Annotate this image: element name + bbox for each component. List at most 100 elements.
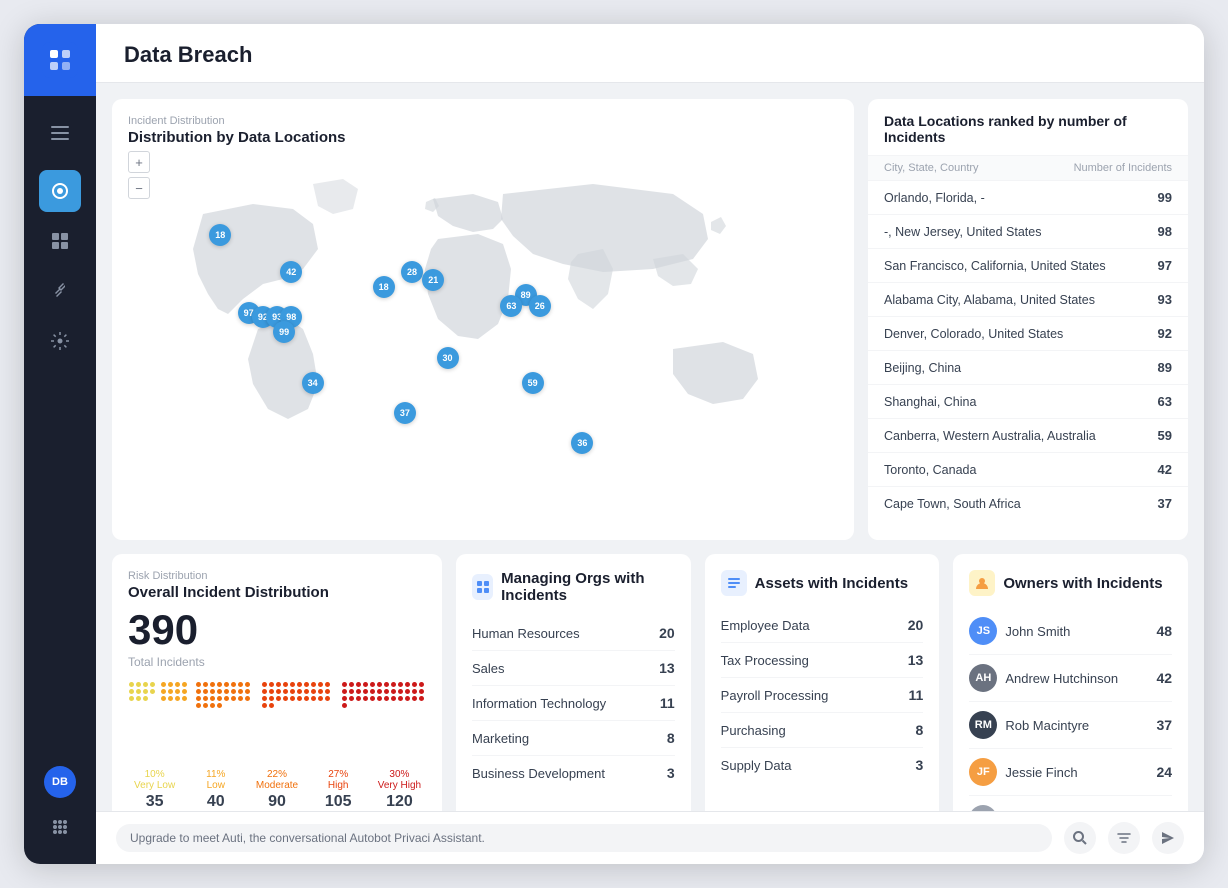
- risk-dot: [182, 682, 187, 687]
- risk-dot: [262, 689, 267, 694]
- location-name: San Francisco, California, United States: [884, 259, 1106, 273]
- risk-dot: [182, 689, 187, 694]
- risk-dot: [238, 682, 243, 687]
- logo: [24, 24, 96, 96]
- risk-dot: [283, 696, 288, 701]
- location-count: 92: [1158, 326, 1172, 341]
- map-pin[interactable]: 18: [209, 224, 231, 246]
- sidebar-item-home[interactable]: [39, 170, 81, 212]
- risk-dot: [342, 696, 347, 701]
- locations-card: Data Locations ranked by number of Incid…: [868, 99, 1188, 540]
- risk-dot: [419, 696, 424, 701]
- risk-dot: [210, 696, 215, 701]
- sidebar-item-tools[interactable]: [39, 270, 81, 312]
- map-pin[interactable]: 28: [401, 261, 423, 283]
- location-row: Canberra, Western Australia, Australia59: [868, 419, 1188, 453]
- risk-dot: [238, 696, 243, 701]
- assets-card: Assets with Incidents Employee Data20Tax…: [705, 554, 940, 811]
- owner-name: Rob Macintyre: [1005, 718, 1089, 733]
- org-count: 20: [659, 625, 675, 641]
- assets-icon: [721, 570, 747, 596]
- risk-dot: [412, 682, 417, 687]
- risk-dot: [196, 696, 201, 701]
- search-button[interactable]: [1064, 822, 1096, 854]
- map-title: Distribution by Data Locations: [128, 129, 838, 146]
- chat-bar: Upgrade to meet Auti, the conversational…: [96, 811, 1204, 864]
- location-row: Alabama City, Alabama, United States93: [868, 283, 1188, 317]
- owner-row: GW Greg Walters 20: [969, 796, 1172, 811]
- owner-avatar: RM: [969, 711, 997, 739]
- risk-dot: [203, 682, 208, 687]
- risk-dot: [182, 696, 187, 701]
- map-pin[interactable]: 21: [422, 269, 444, 291]
- map-pin[interactable]: 59: [522, 372, 544, 394]
- risk-dot: [349, 696, 354, 701]
- map-pin[interactable]: 34: [302, 372, 324, 394]
- asset-name: Supply Data: [721, 758, 792, 773]
- owner-row: JS John Smith 48: [969, 608, 1172, 655]
- map-pin[interactable]: 18: [373, 276, 395, 298]
- owner-row: AH Andrew Hutchinson 42: [969, 655, 1172, 702]
- map-pin[interactable]: 30: [437, 347, 459, 369]
- risk-dot: [196, 682, 201, 687]
- location-name: Toronto, Canada: [884, 463, 976, 477]
- owners-icon: [969, 570, 995, 596]
- risk-dot: [276, 689, 281, 694]
- legend-pct: 30%: [389, 769, 409, 780]
- risk-dot: [168, 696, 173, 701]
- risk-dot: [269, 703, 274, 708]
- risk-dot: [311, 682, 316, 687]
- risk-dot: [276, 696, 281, 701]
- org-count: 13: [659, 660, 675, 676]
- risk-dot: [136, 682, 141, 687]
- risk-dot: [349, 689, 354, 694]
- risk-dot: [175, 689, 180, 694]
- risk-dot: [370, 689, 375, 694]
- risk-dot: [325, 696, 330, 701]
- asset-row: Employee Data 20: [721, 608, 924, 643]
- asset-count: 20: [908, 617, 924, 633]
- legend-pct: 11%: [206, 769, 225, 780]
- risk-dot: [238, 689, 243, 694]
- risk-dot: [398, 682, 403, 687]
- location-name: Beijing, China: [884, 361, 961, 375]
- risk-dot: [311, 696, 316, 701]
- risk-dot: [363, 689, 368, 694]
- owner-avatar: AH: [969, 664, 997, 692]
- chat-placeholder[interactable]: Upgrade to meet Auti, the conversational…: [116, 824, 1052, 852]
- map-pin[interactable]: 26: [529, 295, 551, 317]
- risk-dot: [203, 696, 208, 701]
- filter-button[interactable]: [1108, 822, 1140, 854]
- location-name: Orlando, Florida, -: [884, 191, 985, 205]
- send-button[interactable]: [1152, 822, 1184, 854]
- zoom-in-button[interactable]: +: [128, 151, 150, 173]
- sidebar-item-dashboard[interactable]: [39, 220, 81, 262]
- map-pin[interactable]: 99: [273, 321, 295, 343]
- risk-dot: [283, 689, 288, 694]
- map-pin[interactable]: 37: [394, 402, 416, 424]
- location-count: 63: [1158, 394, 1172, 409]
- location-count: 99: [1158, 190, 1172, 205]
- map-pin[interactable]: 42: [280, 261, 302, 283]
- map-pin[interactable]: 63: [500, 295, 522, 317]
- risk-dot: [161, 696, 166, 701]
- risk-dot: [304, 689, 309, 694]
- org-name: Business Development: [472, 766, 605, 781]
- risk-dot: [283, 682, 288, 687]
- org-name: Sales: [472, 661, 505, 676]
- sidebar-item-settings[interactable]: [39, 320, 81, 362]
- location-count: 93: [1158, 292, 1172, 307]
- legend-label: Low: [207, 780, 225, 791]
- risk-dot: [297, 689, 302, 694]
- sidebar-item-grid[interactable]: [39, 806, 81, 848]
- risk-dot: [269, 689, 274, 694]
- owner-count: 42: [1156, 670, 1172, 686]
- zoom-out-button[interactable]: −: [128, 177, 150, 199]
- map-pin[interactable]: 36: [571, 432, 593, 454]
- sidebar-menu-toggle[interactable]: [39, 112, 81, 154]
- user-avatar[interactable]: DB: [44, 766, 76, 798]
- org-name: Human Resources: [472, 626, 580, 641]
- org-row: Sales 13: [472, 651, 675, 686]
- asset-name: Employee Data: [721, 618, 810, 633]
- risk-dot: [318, 682, 323, 687]
